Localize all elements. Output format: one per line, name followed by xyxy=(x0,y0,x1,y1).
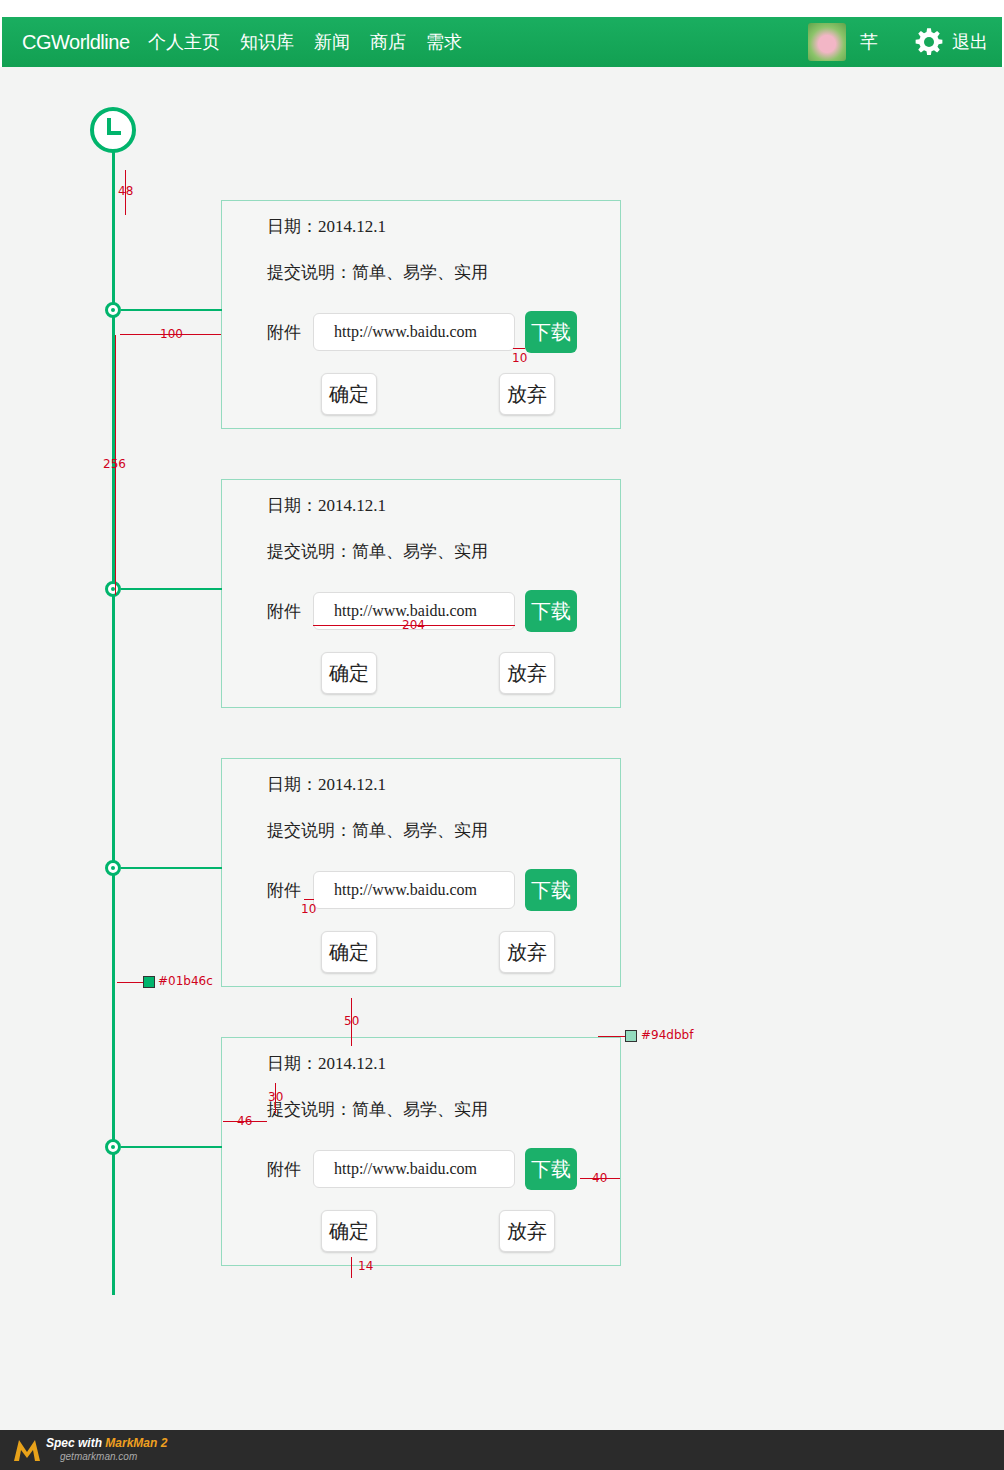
gear-icon xyxy=(914,27,944,57)
timeline-card: 日期：2014.12.1 提交说明：简单、易学、实用附件 http://www.ba… xyxy=(221,1037,621,1266)
measure-label: 40 xyxy=(592,1172,607,1185)
nav-menu: 个人主页知识库新闻商店需求 xyxy=(148,30,462,54)
confirm-button[interactable]: 确定 xyxy=(321,373,377,415)
description-line: 提交说明：简单、易学、实用 xyxy=(267,262,600,284)
node-connector xyxy=(121,588,222,590)
attachment-field[interactable]: http://www.baidu.com xyxy=(313,1150,515,1188)
measure-label: 256 xyxy=(103,458,126,471)
nav-item[interactable]: 新闻 xyxy=(314,30,350,54)
timeline-card: 日期：2014.12.1 提交说明：简单、易学、实用附件 http://www.ba… xyxy=(221,758,621,987)
download-button[interactable]: 下载 xyxy=(525,869,577,911)
footer-brand: Spec with MarkMan 2 xyxy=(46,1437,167,1450)
nav-bar: CGWorldline 个人主页知识库新闻商店需求 芊 退出 xyxy=(2,17,1002,67)
timeline-node xyxy=(105,1139,121,1155)
cancel-button[interactable]: 放弃 xyxy=(499,931,555,973)
date-line: 日期：2014.12.1 xyxy=(267,216,600,238)
timeline-node xyxy=(105,302,121,318)
attachment-row: 附件 http://www.baidu.com 下载 xyxy=(267,1148,600,1190)
description-line: 提交说明：简单、易学、实用 xyxy=(267,1099,600,1121)
cancel-button[interactable]: 放弃 xyxy=(499,1210,555,1252)
description-line: 提交说明：简单、易学、实用 xyxy=(267,541,600,563)
page: CGWorldline 个人主页知识库新闻商店需求 芊 退出日期：2014.12.1 提… xyxy=(0,17,1004,1470)
timeline-card: 日期：2014.12.1提交说明：简单、易学、实用附件http://www.ba… xyxy=(221,479,621,708)
attachment-label: 附件 xyxy=(267,879,303,902)
logo[interactable]: CGWorldline xyxy=(22,31,130,54)
username[interactable]: 芊 xyxy=(860,30,878,54)
timeline-list: 日期：2014.12.1 提交说明：简单、易学、实用附件 http://www.ba… xyxy=(221,200,621,1266)
confirm-button[interactable]: 确定 xyxy=(321,1210,377,1252)
download-button[interactable]: 下载 xyxy=(525,590,577,632)
date-line: 日期：2014.12.1 xyxy=(267,495,600,517)
confirm-button[interactable]: 确定 xyxy=(321,652,377,694)
node-connector xyxy=(121,1146,222,1148)
attachment-field[interactable]: http://www.baidu.com xyxy=(313,871,515,909)
cancel-button[interactable]: 放弃 xyxy=(499,373,555,415)
action-row: 确定 放弃 xyxy=(321,1210,600,1252)
timeline-node xyxy=(105,581,121,597)
measure-label: 10 xyxy=(301,903,316,916)
measure-label: #01b46c xyxy=(158,975,213,988)
download-button[interactable]: 下载 xyxy=(525,1148,577,1190)
action-row: 确定 放弃 xyxy=(321,931,600,973)
measure-line xyxy=(513,348,525,349)
node-connector xyxy=(121,309,222,311)
date-line: 日期：2014.12.1 xyxy=(267,1053,600,1075)
markman-logo-icon xyxy=(12,1437,42,1463)
timeline-node xyxy=(105,860,121,876)
action-row: 确定 放弃 xyxy=(321,373,600,415)
timeline-line xyxy=(112,152,115,1295)
color-swatch xyxy=(625,1030,637,1042)
attachment-field[interactable]: http://www.baidu.com xyxy=(313,313,515,351)
measure-label: 204 xyxy=(402,619,425,632)
measure-label: 30 xyxy=(268,1091,283,1104)
measure-line xyxy=(598,1036,625,1037)
measure-label: #94dbbf xyxy=(641,1029,693,1042)
nav-item[interactable]: 需求 xyxy=(426,30,462,54)
measure-label: 100 xyxy=(160,328,183,341)
measure-label: 46 xyxy=(237,1115,252,1128)
avatar[interactable] xyxy=(808,23,846,61)
download-button[interactable]: 下载 xyxy=(525,311,577,353)
logout-button[interactable]: 退出 xyxy=(914,27,988,57)
footer-url[interactable]: getmarkman.com xyxy=(46,1450,167,1463)
measure-label: 10 xyxy=(512,352,527,365)
timeline-card: 日期：2014.12.1 提交说明：简单、易学、实用附件 http://www.ba… xyxy=(221,200,621,429)
attachment-label: 附件 xyxy=(267,1158,303,1181)
measure-line xyxy=(117,982,143,983)
timeline-area: 日期：2014.12.1 提交说明：简单、易学、实用附件 http://www.ba… xyxy=(0,67,1004,1430)
nav-item[interactable]: 个人主页 xyxy=(148,30,220,54)
measure-label: 14 xyxy=(358,1260,373,1273)
clock-icon xyxy=(89,106,137,154)
footer-bar: Spec with MarkMan 2getmarkman.com xyxy=(0,1430,1004,1470)
attachment-row: 附件 http://www.baidu.com 下载 xyxy=(267,869,600,911)
cancel-button[interactable]: 放弃 xyxy=(499,652,555,694)
description-line: 提交说明：简单、易学、实用 xyxy=(267,820,600,842)
node-connector xyxy=(121,867,222,869)
measure-label: 48 xyxy=(118,185,133,198)
attachment-label: 附件 xyxy=(267,600,303,623)
date-line: 日期：2014.12.1 xyxy=(267,774,600,796)
color-swatch xyxy=(143,976,155,988)
nav-item[interactable]: 商店 xyxy=(370,30,406,54)
measure-line xyxy=(351,1257,352,1278)
measure-line xyxy=(304,899,314,900)
measure-label: 50 xyxy=(344,1015,359,1028)
action-row: 确定 放弃 xyxy=(321,652,600,694)
nav-item[interactable]: 知识库 xyxy=(240,30,294,54)
attachment-row: 附件 http://www.baidu.com 下载 xyxy=(267,311,600,353)
confirm-button[interactable]: 确定 xyxy=(321,931,377,973)
attachment-label: 附件 xyxy=(267,321,303,344)
